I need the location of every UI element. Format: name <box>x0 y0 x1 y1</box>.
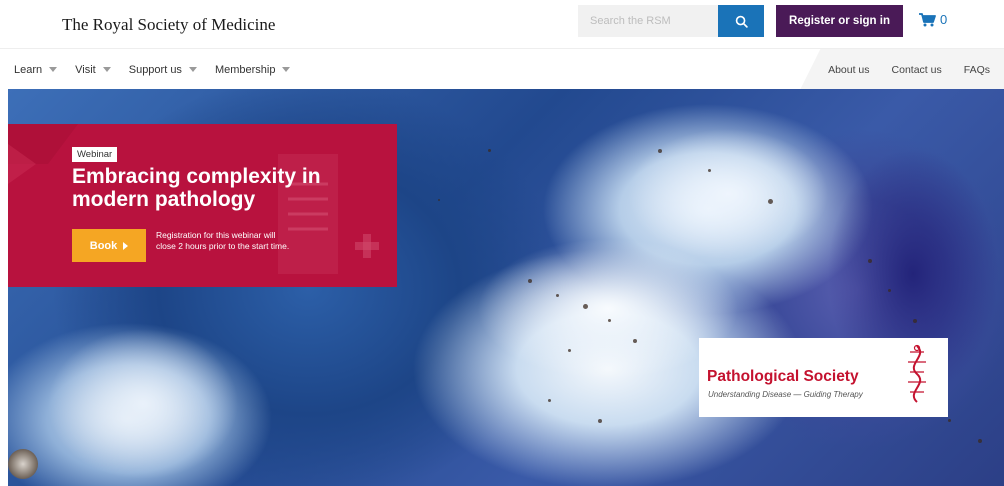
hero-texture <box>438 199 440 201</box>
nav-learn[interactable]: Learn <box>14 63 58 76</box>
cart-button[interactable]: 0 <box>919 12 947 27</box>
book-button[interactable]: Book <box>72 229 146 262</box>
nav-secondary: About us Contact us FAQs <box>828 49 990 90</box>
search-input[interactable] <box>578 5 718 37</box>
cart-icon <box>919 12 936 26</box>
chevron-down-icon <box>49 67 58 72</box>
hero-texture <box>556 294 559 297</box>
nav-contact-us[interactable]: Contact us <box>892 64 942 76</box>
book-button-label: Book <box>89 239 118 252</box>
hero-texture <box>633 339 637 343</box>
main-nav: Learn Visit Support us Membership About … <box>0 48 1004 90</box>
hero-texture <box>548 399 551 402</box>
hero-texture <box>888 289 891 292</box>
search-button[interactable] <box>718 5 764 37</box>
nav-visit-label: Visit <box>75 63 96 76</box>
event-type-badge: Webinar <box>72 147 118 162</box>
partner-name: Pathological Society <box>707 368 859 385</box>
search-icon <box>735 15 748 28</box>
pathological-society-logo-icon <box>908 344 926 403</box>
hero-texture <box>48 329 238 479</box>
cart-count: 0 <box>940 12 948 27</box>
chevron-down-icon <box>282 67 291 72</box>
site-header: The Royal Society of Medicine Register o… <box>0 0 1004 48</box>
hero-texture <box>708 169 711 172</box>
hero-texture <box>948 419 951 422</box>
nav-about-us[interactable]: About us <box>828 64 869 76</box>
nav-membership[interactable]: Membership <box>215 64 291 76</box>
hero-texture <box>608 319 611 322</box>
arrow-right-icon <box>123 241 129 250</box>
site-logo[interactable]: The Royal Society of Medicine <box>62 15 275 35</box>
nav-primary: Learn Visit Support us Membership <box>14 49 308 90</box>
nav-learn-label: Learn <box>14 63 43 76</box>
register-button[interactable]: Register or sign in <box>776 5 903 37</box>
hero-texture <box>583 304 588 309</box>
hero-texture <box>913 319 917 323</box>
nav-support-label: Support us <box>128 63 182 76</box>
hero-texture <box>598 419 602 423</box>
nav-visit[interactable]: Visit <box>75 64 111 76</box>
hero-texture <box>488 149 491 152</box>
hero-texture <box>8 449 38 479</box>
hero-texture <box>768 199 773 204</box>
nav-membership-label: Membership <box>214 63 276 76</box>
hero-texture <box>868 259 872 263</box>
hero-texture <box>568 349 571 352</box>
event-title[interactable]: Embracing complexity in modern pathology <box>72 165 372 211</box>
chevron-down-icon <box>188 67 197 72</box>
partner-tagline: Understanding Disease — Guiding Therapy <box>708 390 863 399</box>
hero-texture <box>658 149 662 153</box>
nav-faqs[interactable]: FAQs <box>964 64 990 76</box>
hero-texture <box>528 279 532 283</box>
hero-texture <box>978 439 982 443</box>
registration-note: Registration for this webinar will close… <box>156 230 290 251</box>
chevron-down-icon <box>102 67 111 72</box>
nav-support-us[interactable]: Support us <box>129 64 197 76</box>
